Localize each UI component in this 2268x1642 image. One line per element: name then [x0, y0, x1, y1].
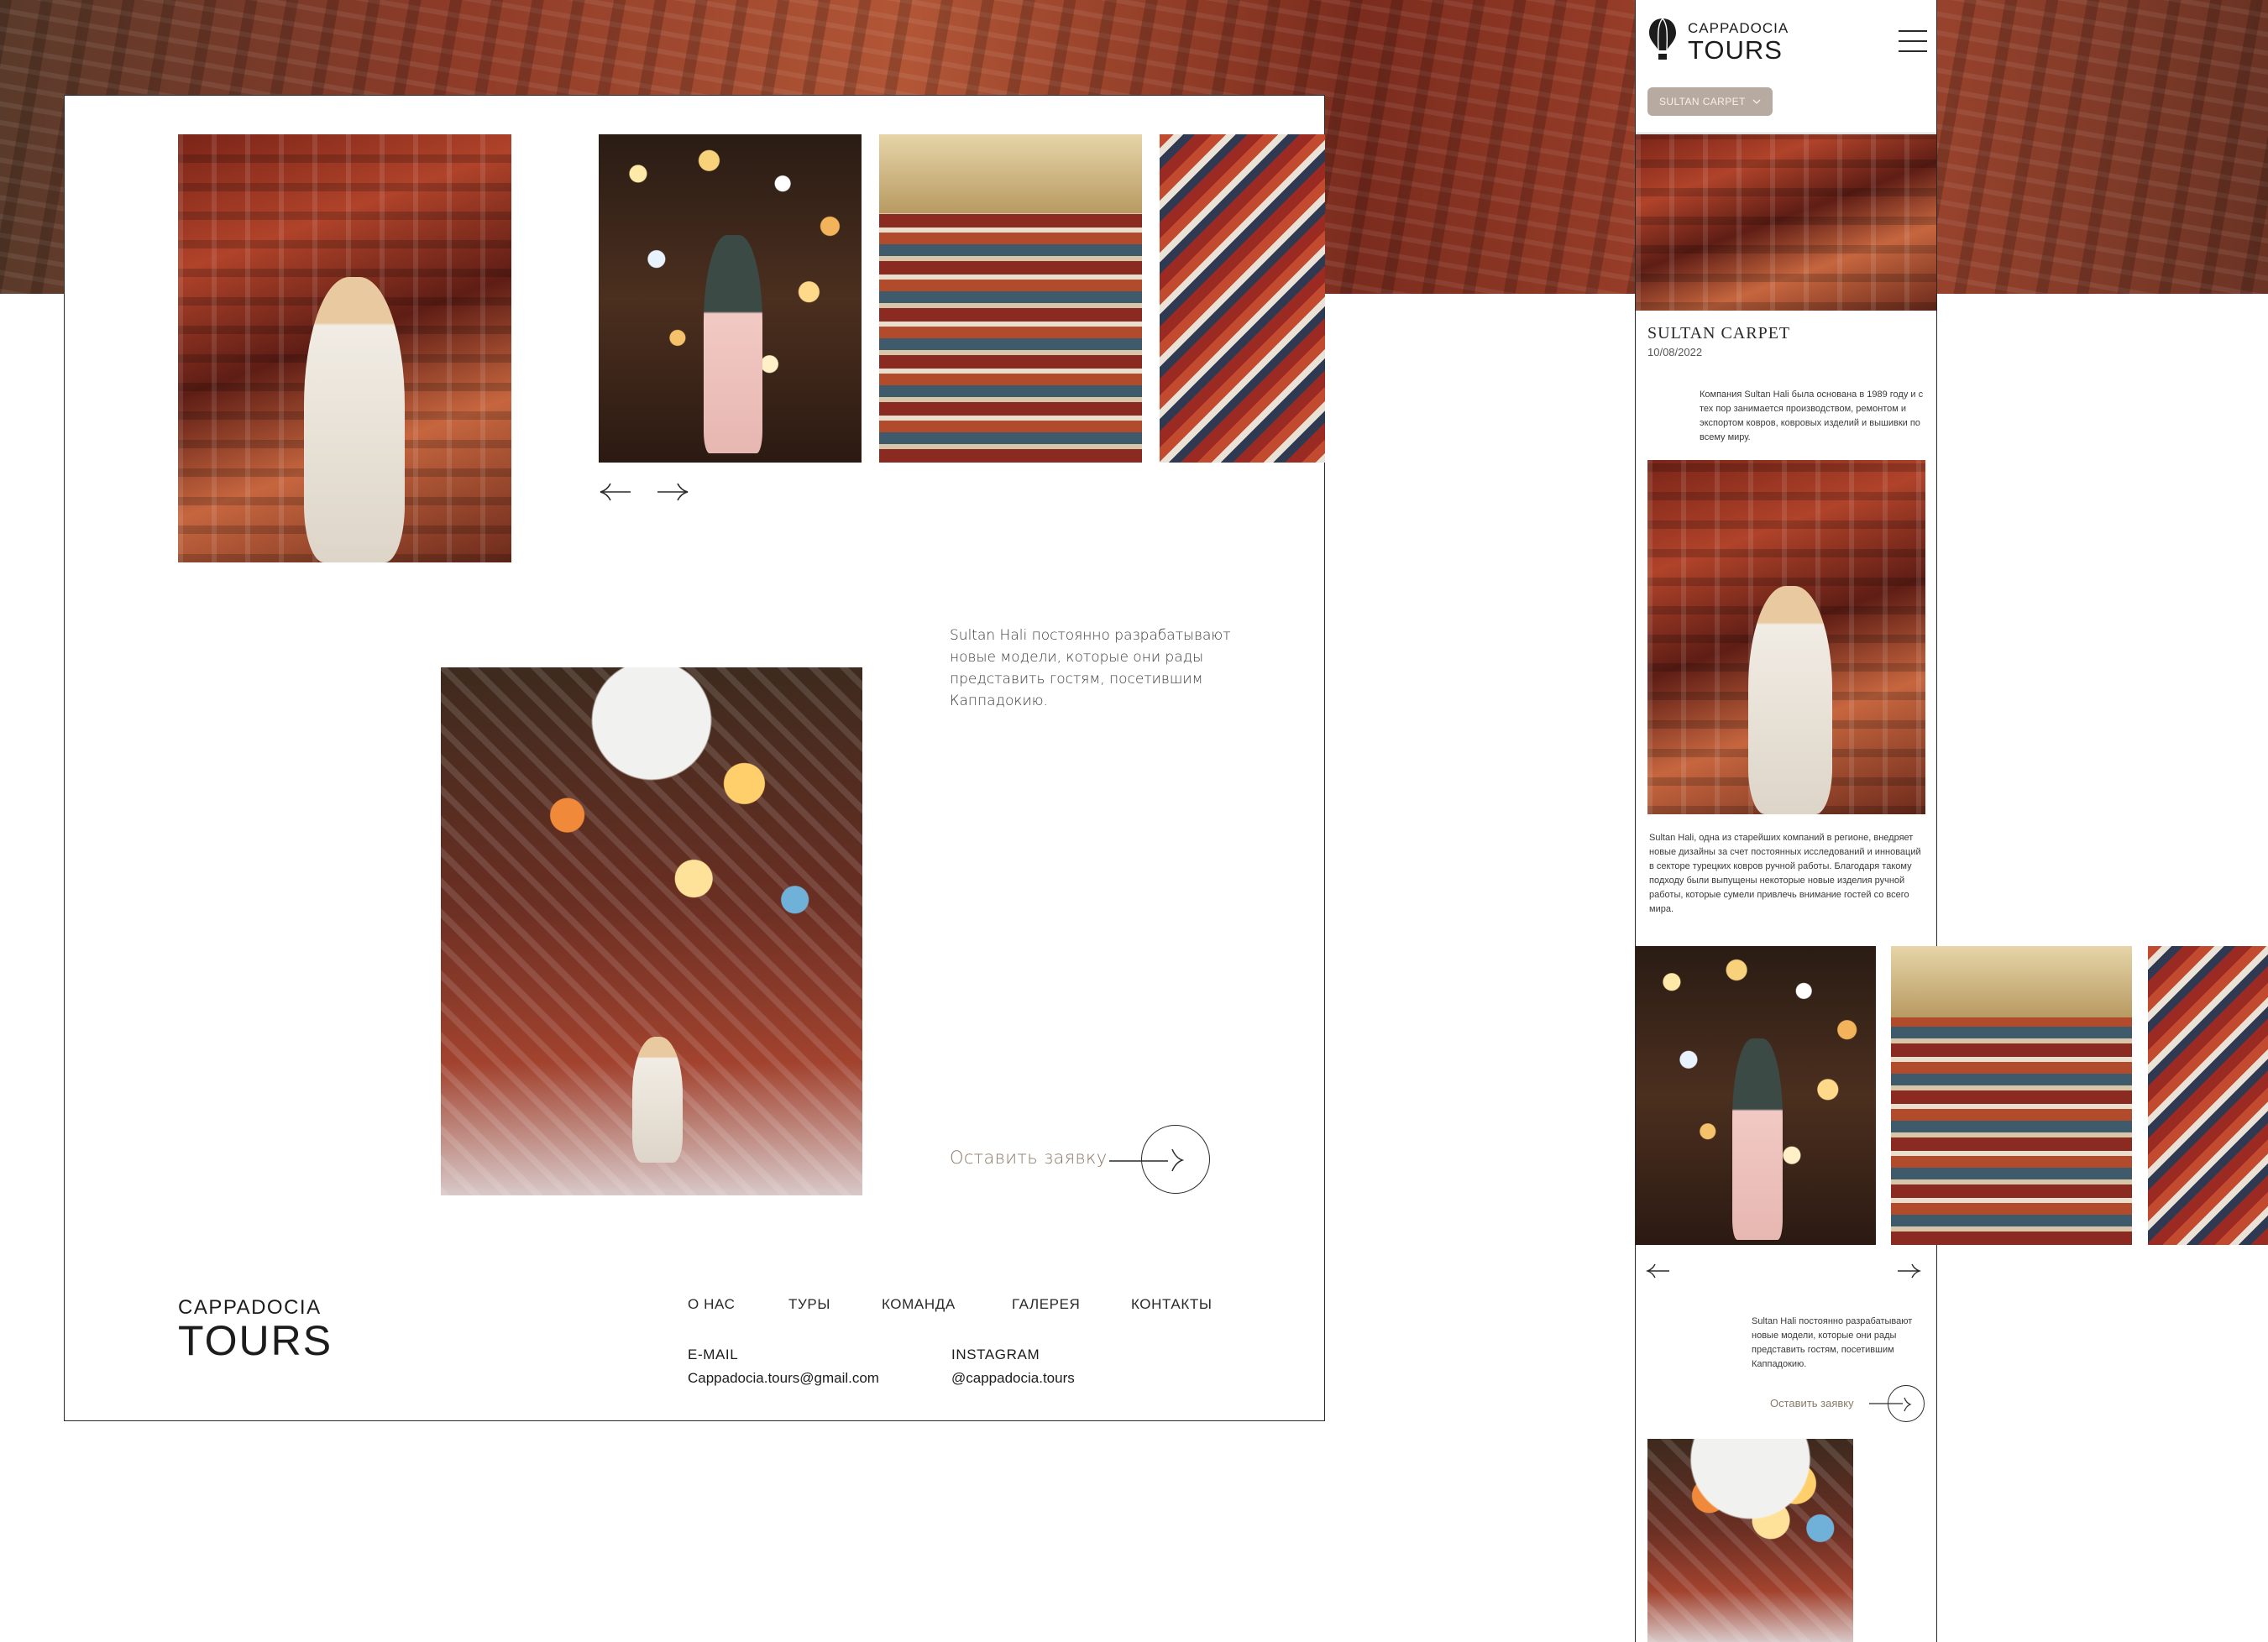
footer-email-label: E-MAIL [688, 1347, 739, 1362]
mobile-gallery-photo-lamps[interactable] [1636, 946, 1876, 1245]
cta-label[interactable]: Оставить заявку [950, 1148, 1108, 1168]
mobile-photo-woman-carpets [1647, 460, 1925, 814]
mobile-page: CAPPADOCIA TOURS SULTAN CARPET SULTAN CA… [1635, 0, 1937, 1642]
photo-lamp-bazaar [441, 667, 862, 1195]
footer-instagram-label: INSTAGRAM [951, 1347, 1040, 1362]
hero-photo-woman-carpets [178, 134, 511, 562]
gallery-next-button[interactable] [656, 482, 689, 502]
mobile-intro-text: Компания Sultan Hali была основана в 198… [1700, 390, 1924, 442]
gallery-prev-button[interactable] [599, 482, 632, 502]
mobile-description-text: Sultan Hali постоянно разрабатывают новы… [1752, 1316, 1913, 1369]
mobile-gallery-photo-pillows[interactable] [2148, 946, 2268, 1245]
gallery-photo-pillows[interactable] [1160, 134, 1325, 463]
description-text: Sultan Hali постоянно разрабатывают новы… [950, 627, 1231, 709]
footer-logo[interactable]: CAPPADOCIA TOURS [178, 1296, 333, 1362]
mobile-gallery-next-button[interactable] [1893, 1261, 1926, 1281]
footer-logo-line1: CAPPADOCIA [178, 1296, 322, 1319]
mobile-logo[interactable]: CAPPADOCIA TOURS [1647, 17, 1790, 64]
mobile-logo-line2: TOURS [1688, 35, 1783, 65]
footer-nav-contacts[interactable]: КОНТАКТЫ [1131, 1296, 1213, 1313]
footer-nav-team[interactable]: КОМАНДА [882, 1296, 956, 1313]
cta-circle-button[interactable] [1141, 1125, 1210, 1194]
footer-email-link[interactable]: Cappadocia.tours@gmail.com [688, 1370, 879, 1387]
footer-nav-gallery[interactable]: ГАЛЕРЕЯ [1012, 1296, 1080, 1313]
footer-nav-tours[interactable]: ТУРЫ [788, 1296, 830, 1313]
hot-air-balloon-icon [1649, 18, 1676, 60]
mobile-logo-line1: CAPPADOCIA [1688, 20, 1789, 36]
footer-logo-line2: TOURS [178, 1317, 333, 1364]
article-select-value: SULTAN CARPET [1659, 96, 1746, 107]
arrow-right-icon [1904, 1397, 1912, 1412]
footer-nav-about[interactable]: О НАС [688, 1296, 735, 1313]
footer-instagram-link[interactable]: @cappadocia.tours [951, 1370, 1075, 1387]
mobile-cta-label[interactable]: Оставить заявку [1770, 1396, 1854, 1410]
mobile-body-paragraph: Sultan Hali, одна из старейших компаний … [1649, 833, 1921, 914]
arrow-left-icon [600, 483, 631, 501]
mobile-photo-lamp-bazaar [1647, 1439, 1853, 1642]
arrow-left-icon [1645, 1263, 1669, 1279]
mobile-article-title: SULTAN CARPET [1647, 324, 1791, 343]
mobile-gallery-prev-button[interactable] [1644, 1261, 1678, 1281]
mobile-cta-circle-button[interactable] [1888, 1385, 1925, 1422]
mobile-hero-photo [1636, 134, 1936, 311]
gallery-photo-textiles[interactable] [879, 134, 1142, 463]
gallery-photo-lamps[interactable] [599, 134, 862, 463]
chevron-down-icon [1752, 99, 1761, 104]
arrow-right-icon [1171, 1148, 1185, 1172]
article-select-dropdown[interactable]: SULTAN CARPET [1647, 87, 1773, 116]
hamburger-menu-button[interactable] [1899, 30, 1927, 52]
arrow-right-icon [1898, 1263, 1922, 1279]
arrow-right-icon [657, 483, 689, 501]
desktop-page: Sultan Hali постоянно разрабатывают новы… [64, 95, 1325, 1421]
mobile-article-date: 10/08/2022 [1647, 346, 1703, 358]
mobile-gallery-photo-textiles[interactable] [1891, 946, 2132, 1245]
